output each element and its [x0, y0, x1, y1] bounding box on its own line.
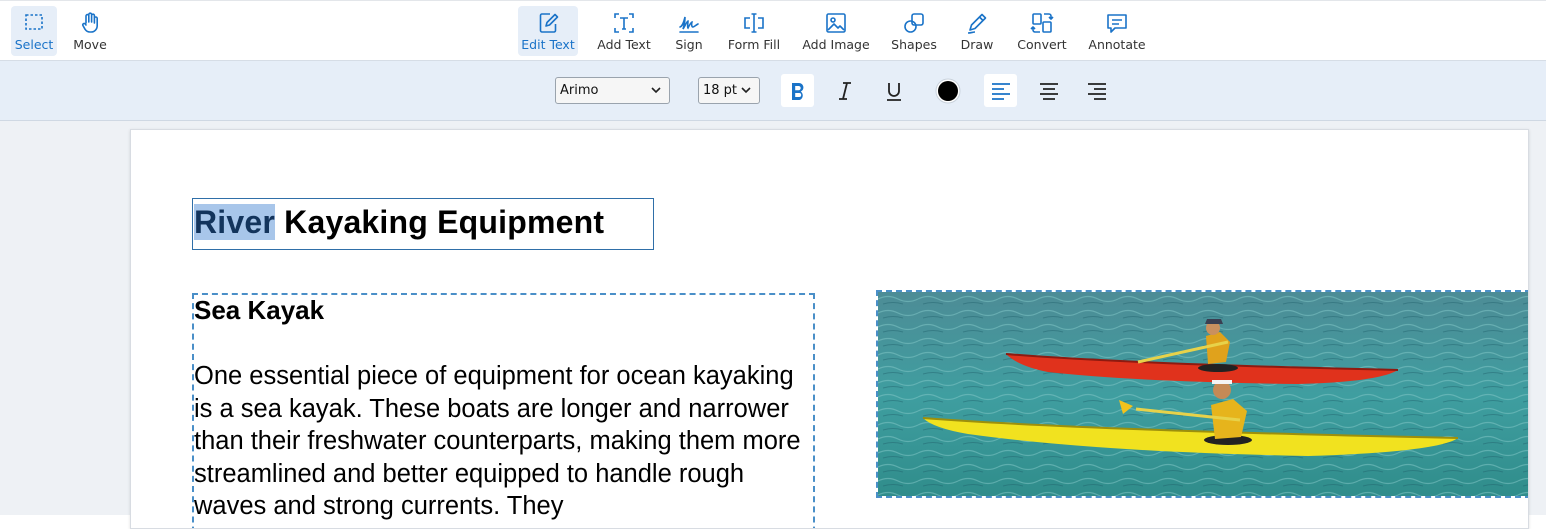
draw-tool-label: Draw — [960, 37, 994, 52]
add-image-tool-button[interactable]: Add Image — [800, 6, 872, 56]
section-heading[interactable]: Sea Kayak — [194, 295, 324, 326]
selected-text[interactable]: River — [194, 204, 276, 240]
chevron-down-icon — [651, 87, 661, 94]
draw-tool-button[interactable]: Draw — [954, 6, 1000, 56]
underline-button[interactable] — [877, 74, 910, 107]
signature-icon — [679, 16, 699, 33]
comment-icon — [1107, 14, 1127, 33]
edit-text-tool-label: Edit Text — [521, 37, 575, 52]
selection-icon — [25, 14, 43, 30]
bold-icon — [791, 82, 803, 100]
image-icon — [826, 13, 846, 33]
title-text-box[interactable]: River Kayaking Equipment — [192, 198, 654, 250]
font-size-select[interactable]: 18 pt — [698, 77, 760, 104]
body-text-box[interactable]: Sea Kayak One essential piece of equipme… — [192, 293, 815, 528]
document-page: River Kayaking Equipment Sea Kayak One e… — [130, 129, 1529, 529]
move-tool-label: Move — [73, 37, 107, 52]
body-paragraph[interactable]: One essential piece of equipment for oce… — [194, 360, 819, 523]
add-image-tool-label: Add Image — [802, 37, 870, 52]
hand-icon — [82, 12, 98, 33]
edit-text-icon — [539, 13, 559, 33]
align-right-icon — [1087, 82, 1106, 100]
underline-icon — [886, 82, 901, 101]
text-color-button[interactable] — [931, 74, 964, 107]
italic-icon — [838, 81, 851, 100]
kayak-image-box[interactable] — [876, 290, 1529, 498]
italic-button[interactable] — [828, 74, 861, 107]
shapes-tool-label: Shapes — [891, 37, 937, 52]
convert-tool-label: Convert — [1017, 37, 1067, 52]
text-format-bar: Arimo 18 pt — [0, 61, 1546, 121]
edit-text-tool-button[interactable]: Edit Text — [518, 6, 578, 56]
convert-tool-button[interactable]: Convert — [1012, 6, 1072, 56]
align-left-icon — [991, 82, 1010, 100]
align-left-button[interactable] — [984, 74, 1017, 107]
add-text-tool-button[interactable]: Add Text — [594, 6, 654, 56]
form-fill-tool-button[interactable]: Form Fill — [724, 6, 784, 56]
document-workspace: River Kayaking Equipment Sea Kayak One e… — [0, 121, 1546, 529]
pen-icon — [967, 13, 987, 34]
title-text[interactable]: Kayaking Equipment — [275, 204, 604, 240]
move-tool-button[interactable]: Move — [67, 6, 113, 56]
form-fill-icon — [744, 13, 764, 33]
chevron-down-icon — [741, 87, 751, 94]
annotate-tool-label: Annotate — [1088, 37, 1146, 52]
align-center-icon — [1039, 82, 1058, 100]
font-size-value: 18 pt — [703, 83, 738, 98]
sign-tool-label: Sign — [675, 37, 703, 52]
align-right-button[interactable] — [1080, 74, 1113, 107]
two-kayakers-photo[interactable] — [878, 292, 1529, 498]
shapes-tool-button[interactable]: Shapes — [887, 6, 941, 56]
font-family-select[interactable]: Arimo — [555, 77, 670, 104]
sign-tool-button[interactable]: Sign — [668, 6, 710, 56]
add-text-tool-label: Add Text — [597, 37, 651, 52]
main-toolbar: Select Move Edit Text Add Text Sign Form… — [0, 0, 1546, 61]
annotate-tool-button[interactable]: Annotate — [1086, 6, 1148, 56]
add-text-icon — [614, 13, 634, 33]
document-title[interactable]: River Kayaking Equipment — [194, 204, 604, 241]
bold-button[interactable] — [781, 74, 814, 107]
form-fill-tool-label: Form Fill — [727, 37, 781, 52]
font-family-value: Arimo — [560, 83, 599, 98]
select-tool-label: Select — [14, 37, 54, 52]
select-tool-button[interactable]: Select — [11, 6, 57, 56]
shapes-icon — [904, 13, 924, 33]
convert-icon — [1030, 13, 1054, 33]
align-center-button[interactable] — [1032, 74, 1065, 107]
color-swatch-icon — [935, 78, 960, 103]
